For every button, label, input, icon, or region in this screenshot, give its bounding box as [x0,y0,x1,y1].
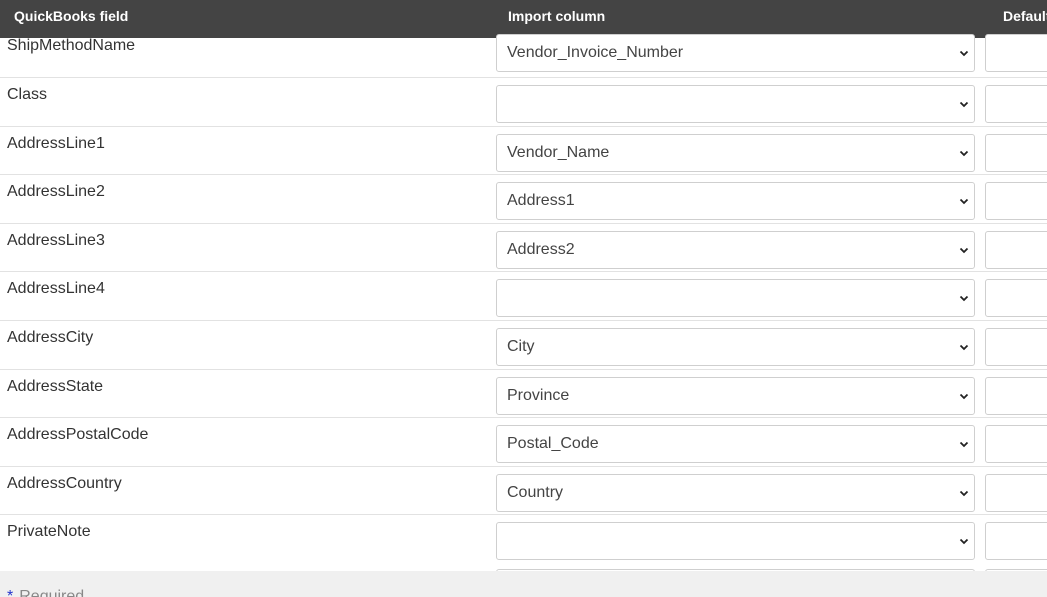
chevron-down-icon [959,101,969,108]
quickbooks-field-label: PrivateNote [7,523,91,541]
mapping-page: QuickBooks field Import column Default S… [0,0,1047,597]
chevron-down-icon [959,50,969,57]
table-row: AddressCountry Country [0,467,1047,516]
quickbooks-field-label: AddressLine3 [7,231,105,249]
import-column-select[interactable]: Vendor_Invoice_Number [496,34,975,72]
chevron-down-icon [959,150,969,156]
import-column-value: Address1 [507,192,575,210]
import-column-select[interactable]: Vendor_Name [496,133,975,172]
import-column-value: Address2 [507,240,575,258]
import-column-select[interactable] [496,85,975,123]
table-row: AddressCity City [0,321,1047,370]
chevron-down-icon [959,247,969,254]
import-column-select[interactable]: Address1 [496,182,975,221]
table-row: ShipMethodName Vendor_Invoice_Number [0,34,1047,78]
table-header: QuickBooks field Import column Default [0,0,1047,38]
default-value-input[interactable] [985,34,1047,72]
quickbooks-field-label: AddressState [7,377,104,395]
table-row: PrivateNote [0,515,1047,564]
header-default: Default [1003,8,1047,24]
default-value-input[interactable] [985,182,1047,221]
quickbooks-field-label: AddressPostalCode [7,426,149,444]
table-row: AddressLine2 Address1 [0,175,1047,224]
chevron-down-icon [959,344,969,351]
import-column-select[interactable]: Address2 [496,230,975,269]
table-row: AddressLine1 Vendor_Name [0,127,1047,176]
chevron-down-icon [959,539,969,545]
default-value-input[interactable] [985,425,1047,464]
default-value-input[interactable] [985,522,1047,561]
default-value-input[interactable] [985,376,1047,415]
quickbooks-field-label: ShipMethodName [7,37,136,54]
import-column-value: Postal_Code [507,435,599,453]
header-quickbooks-field: QuickBooks field [14,8,129,24]
import-column-select[interactable]: Country [496,473,975,512]
required-legend: * Required [7,588,84,597]
import-column-value: Vendor_Name [507,143,610,161]
chevron-down-icon [959,490,969,497]
chevron-down-icon [959,393,969,399]
quickbooks-field-label: AddressCountry [7,474,122,492]
table-row: AddressPostalCode Postal_Code [0,418,1047,467]
form-footer: * Required [0,571,1047,597]
table-row [0,562,1047,579]
import-column-value: Province [507,386,570,404]
import-column-select[interactable]: Province [496,376,975,415]
import-column-select[interactable]: City [496,327,975,366]
chevron-down-icon [959,199,969,205]
default-value-input[interactable] [985,327,1047,366]
import-column-value: Vendor_Invoice_Number [507,44,684,61]
import-column-select[interactable]: Postal_Code [496,425,975,464]
quickbooks-field-label: AddressLine2 [7,183,105,201]
quickbooks-field-label: AddressLine4 [7,280,105,298]
quickbooks-field-label: Class [7,86,48,103]
table-row: Class [0,78,1047,127]
import-column-value: City [507,337,535,355]
default-value-input[interactable] [985,279,1047,318]
required-star: * [7,588,14,597]
table-row: AddressLine4 [0,272,1047,321]
chevron-down-icon [959,442,969,448]
quickbooks-field-label: AddressCity [7,328,94,346]
header-import-column: Import column [508,8,606,24]
required-label: Required [19,588,85,597]
chevron-down-icon [959,296,969,302]
mapping-table-body: ShipMethodName Vendor_Invoice_Number Class… [0,34,1047,564]
import-column-value: Country [507,483,564,501]
default-value-input[interactable] [985,85,1047,123]
default-value-input[interactable] [985,230,1047,269]
default-value-input[interactable] [985,473,1047,512]
quickbooks-field-label: AddressLine1 [7,134,105,152]
table-row: AddressLine3 Address2 [0,224,1047,273]
default-value-input[interactable] [985,133,1047,172]
import-column-select[interactable] [496,279,975,318]
import-column-select[interactable] [496,522,975,561]
table-row: AddressState Province [0,370,1047,419]
